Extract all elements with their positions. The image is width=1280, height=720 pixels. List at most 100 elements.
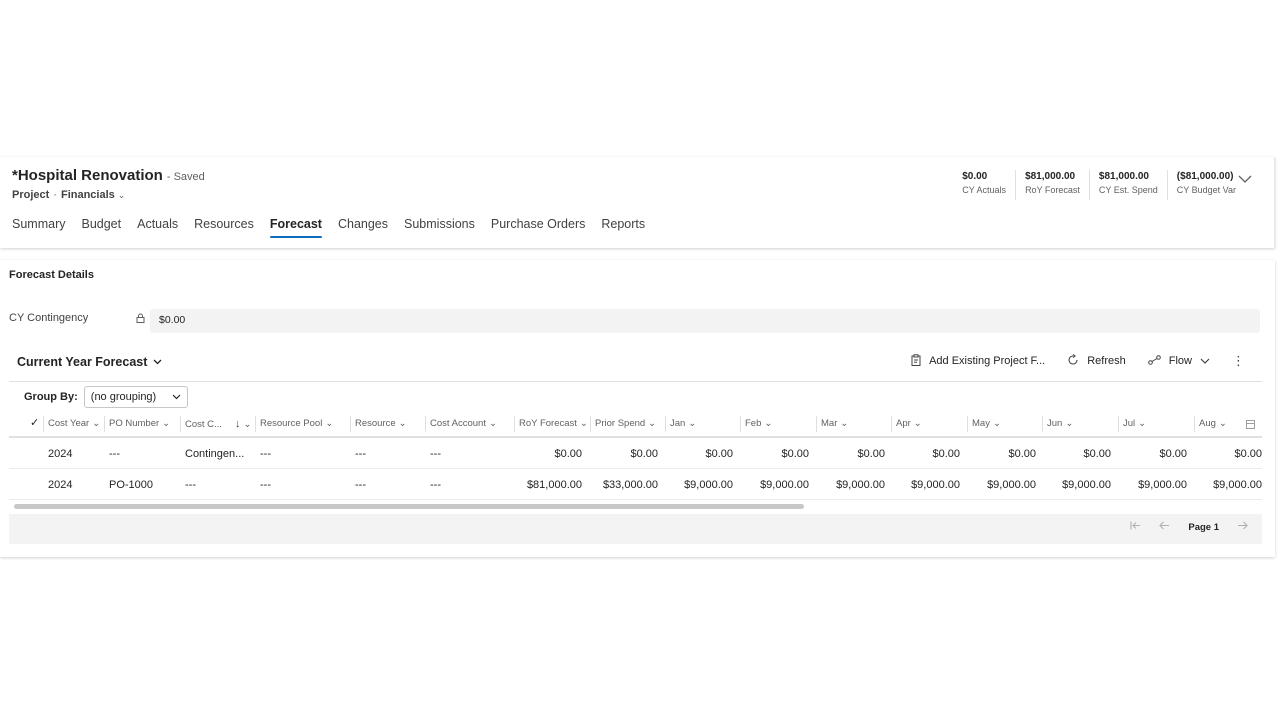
kpi-label: RoY Forecast (1025, 185, 1080, 195)
column-header-label: Cost Account (430, 418, 486, 429)
grid-header-row: ✓ Cost Year ⌄ PO Number ⌄ Cost C... ↓ ⌄ Reso… (9, 410, 1262, 438)
section-title: Forecast Details (9, 269, 94, 281)
column-header-apr[interactable]: Apr ⌄ (896, 418, 922, 429)
column-header-label: Jan (670, 418, 686, 429)
column-header-label: Cost C... (185, 418, 222, 430)
horizontal-scrollbar[interactable] (14, 504, 804, 509)
previous-page-icon[interactable] (1159, 521, 1170, 533)
column-separator (967, 416, 968, 432)
chevron-down-icon: ⌄ (840, 418, 849, 429)
tab-submissions[interactable]: Submissions (404, 217, 475, 238)
column-separator (816, 416, 817, 432)
view-selector[interactable]: Current Year Forecast (17, 355, 162, 369)
column-header-label: RoY Forecast (519, 418, 577, 429)
header-kpis: $0.00 CY Actuals $81,000.00 RoY Forecast… (953, 170, 1245, 200)
column-header-aug[interactable]: Aug ⌄ (1199, 418, 1227, 429)
record-subtitle: Project · Financials ⌄ (12, 189, 125, 201)
chevron-down-icon: ⌄ (648, 418, 657, 429)
cell-roy-forecast: $0.00 (554, 448, 582, 460)
table-row[interactable]: 2024 PO-1000 --- --- --- --- $81,000.00 $… (9, 469, 1262, 500)
column-header-cost-category[interactable]: Cost C... ↓ ⌄ (185, 418, 251, 430)
title-row: *Hospital Renovation - Saved (12, 167, 205, 184)
column-separator (891, 416, 892, 432)
group-by-label: Group By: (24, 391, 78, 403)
group-by-select[interactable]: (no grouping) (83, 386, 188, 408)
select-all-checkmark-icon[interactable]: ✓ (30, 416, 39, 429)
tab-forecast[interactable]: Forecast (269, 217, 323, 238)
column-header-feb[interactable]: Feb ⌄ (745, 418, 772, 429)
column-header-cost-year[interactable]: Cost Year ⌄ (48, 418, 100, 429)
tab-reports[interactable]: Reports (601, 217, 645, 238)
form-name: Financials (60, 189, 115, 201)
refresh-icon (1067, 353, 1079, 369)
column-header-may[interactable]: May ⌄ (972, 418, 1001, 429)
cy-contingency-field: $0.00 (150, 309, 1260, 333)
column-header-label: Jul (1123, 418, 1136, 429)
cell-cost-category[interactable]: --- (185, 479, 196, 491)
column-header-jul[interactable]: Jul ⌄ (1123, 418, 1146, 429)
group-by-control: Group By: (no grouping) (24, 386, 188, 408)
column-header-label: Resource (355, 418, 396, 429)
chevron-down-icon: ⌄ (1138, 418, 1147, 429)
column-separator (1042, 416, 1043, 432)
flow-button[interactable]: Flow (1147, 354, 1210, 368)
column-header-roy-forecast[interactable]: RoY Forecast ⌄ (519, 418, 588, 429)
tab-actuals[interactable]: Actuals (137, 217, 178, 238)
column-header-resource[interactable]: Resource ⌄ (355, 418, 407, 429)
column-header-mar[interactable]: Mar ⌄ (821, 418, 848, 429)
cell-may: $9,000.00 (987, 479, 1036, 491)
cell-jan: $0.00 (705, 448, 733, 460)
tab-resources[interactable]: Resources (194, 217, 254, 238)
column-header-po-number[interactable]: PO Number ⌄ (109, 418, 170, 429)
expand-header-chevron-icon[interactable] (1238, 171, 1252, 187)
refresh-button[interactable]: Refresh (1067, 353, 1126, 369)
grid-command-bar: Add Existing Project F... Refresh Flow ⋮ (911, 353, 1245, 369)
tab-purchase-orders[interactable]: Purchase Orders (491, 217, 585, 238)
column-settings-icon[interactable] (1246, 420, 1255, 429)
chevron-down-icon: ⌄ (398, 418, 407, 429)
cell-cost-year: 2024 (48, 448, 73, 460)
column-separator (255, 416, 256, 432)
column-header-resource-pool[interactable]: Resource Pool ⌄ (260, 418, 333, 429)
first-page-icon[interactable] (1130, 521, 1141, 533)
column-header-jun[interactable]: Jun ⌄ (1047, 418, 1073, 429)
cell-jan: $9,000.00 (684, 479, 733, 491)
more-commands-icon[interactable]: ⋮ (1232, 353, 1245, 369)
cell-jun: $0.00 (1083, 448, 1111, 460)
tab-changes[interactable]: Changes (338, 217, 388, 238)
column-header-label: Prior Spend (595, 418, 646, 429)
cell-resource: --- (355, 448, 366, 460)
chevron-down-icon: ⌄ (488, 418, 497, 429)
chevron-down-icon: ⌄ (764, 418, 773, 429)
page-number: Page 1 (1188, 521, 1219, 533)
chevron-down-icon: ⌄ (913, 418, 922, 429)
column-header-label: Mar (821, 418, 838, 429)
add-existing-button[interactable]: Add Existing Project F... (911, 353, 1045, 369)
kpi-cy-est-spend: $81,000.00 CY Est. Spend (1088, 170, 1167, 200)
cell-po-number[interactable]: PO-1000 (109, 479, 153, 491)
cell-cost-category[interactable]: Contingen... (185, 448, 244, 460)
kpi-value: $0.00 (962, 171, 988, 182)
form-selector[interactable]: Financials ⌄ (61, 189, 125, 201)
column-header-jan[interactable]: Jan ⌄ (670, 418, 696, 429)
kpi-label: CY Budget Var (1176, 185, 1236, 195)
kpi-value: $81,000.00 (1025, 171, 1076, 182)
chevron-down-icon: ⌄ (688, 418, 697, 429)
cell-prior-spend: $33,000.00 (602, 479, 658, 491)
chevron-down-icon: ⌄ (243, 418, 252, 430)
subtitle-separator: · (53, 189, 57, 201)
column-separator (1118, 416, 1119, 432)
tab-summary[interactable]: Summary (12, 217, 65, 238)
kpi-label: CY Est. Spend (1098, 185, 1158, 195)
column-header-prior-spend[interactable]: Prior Spend ⌄ (595, 418, 656, 429)
forecast-grid: ✓ Cost Year ⌄ PO Number ⌄ Cost C... ↓ ⌄ Reso… (9, 410, 1262, 500)
tab-budget[interactable]: Budget (81, 217, 121, 238)
chevron-down-icon (172, 391, 181, 403)
cell-roy-forecast: $81,000.00 (526, 479, 582, 491)
cell-mar: $9,000.00 (836, 479, 885, 491)
next-page-icon[interactable] (1237, 521, 1248, 533)
table-row[interactable]: 2024 --- Contingen... --- --- --- $0.00 … (9, 438, 1262, 469)
chevron-down-icon (153, 357, 162, 368)
cell-po-number[interactable]: --- (109, 448, 120, 460)
column-header-cost-account[interactable]: Cost Account ⌄ (430, 418, 497, 429)
